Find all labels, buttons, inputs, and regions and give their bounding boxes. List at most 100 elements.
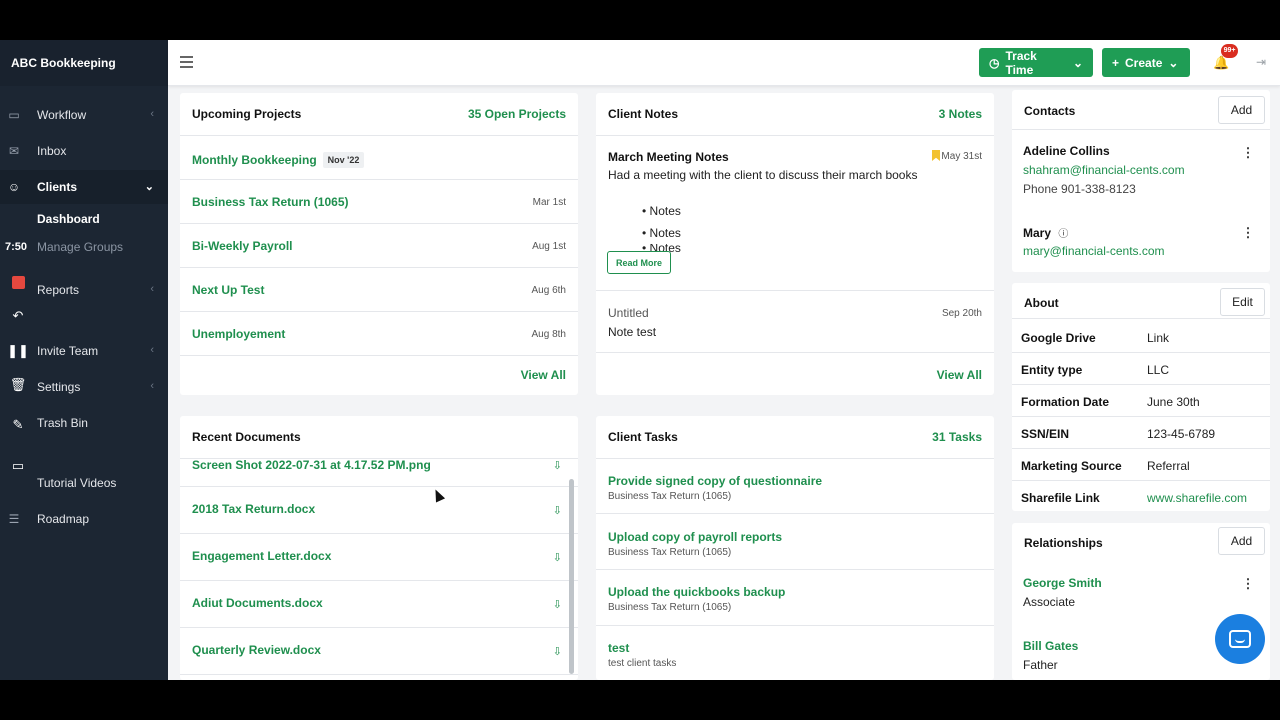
about-card: About Edit Google Drive Link Entity type… — [1012, 283, 1270, 511]
document-name[interactable]: Adiut Documents.docx — [192, 596, 323, 610]
delete-icon[interactable]: 🗑 — [4, 372, 32, 398]
project-name[interactable]: Unemployement — [192, 327, 285, 341]
date-chip: Nov '22 — [322, 151, 365, 168]
kebab-menu-icon[interactable]: ⋮ — [1240, 224, 1256, 242]
undo-icon[interactable]: ↶ — [4, 303, 32, 329]
note-bullet: • Notes — [642, 226, 681, 240]
card-title: Relationships — [1024, 536, 1103, 550]
cloud-download-icon[interactable]: ⇩ — [553, 504, 562, 517]
sidebar-subitem-manage-groups[interactable]: Manage Groups — [37, 240, 123, 254]
note-title: March Meeting Notes — [608, 150, 729, 164]
track-time-button[interactable]: ◷ Track Time ⌄ — [979, 48, 1093, 77]
task-item[interactable]: Provide signed copy of questionnaire Bus… — [596, 459, 994, 514]
info-icon[interactable]: ⓘ — [1058, 229, 1068, 240]
cloud-download-icon[interactable]: ⇩ — [553, 598, 562, 611]
card-title: Upcoming Projects — [192, 107, 302, 121]
list-item[interactable]: Unemployement Aug 8th — [180, 312, 578, 356]
sidebar-item-label: Tutorial Videos — [37, 476, 117, 490]
add-relationship-button[interactable]: Add — [1218, 527, 1265, 555]
task-name[interactable]: Provide signed copy of questionnaire — [608, 474, 822, 488]
sidebar-item-inbox[interactable]: ✉ Inbox — [0, 134, 168, 168]
document-name[interactable]: Screen Shot 2022-07-31 at 4.17.52 PM.png — [192, 459, 431, 472]
contact-email[interactable]: mary@financial-cents.com — [1023, 244, 1165, 258]
add-contact-button[interactable]: Add — [1218, 96, 1265, 124]
note-body: Note test — [608, 325, 657, 339]
task-name[interactable]: Upload copy of payroll reports — [608, 530, 782, 544]
sidebar-item-label: Roadmap — [37, 512, 90, 526]
project-date: Mar 1st — [532, 197, 566, 208]
kebab-menu-icon[interactable]: ⋮ — [1240, 575, 1256, 593]
contact-name-wrap: Mary ⓘ — [1023, 225, 1068, 240]
sidebar-item-roadmap[interactable]: ☰ Roadmap — [0, 502, 168, 536]
project-date: Aug 8th — [531, 329, 566, 340]
document-name[interactable]: Engagement Letter.docx — [192, 549, 331, 563]
cloud-download-icon[interactable]: ⇩ — [553, 645, 562, 658]
list-item[interactable]: Bi-Weekly Payroll Aug 1st — [180, 224, 578, 268]
view-all-link[interactable]: View All — [937, 368, 982, 382]
pause-icon[interactable]: ❚❚ — [4, 338, 32, 364]
sharefile-link[interactable]: www.sharefile.com — [1147, 491, 1247, 505]
document-item[interactable]: Adiut Documents.docx ⇩ — [180, 581, 578, 628]
card-header: Contacts Add — [1012, 90, 1270, 130]
cloud-download-icon[interactable]: ⇩ — [553, 551, 562, 564]
relationship-role: Father — [1023, 658, 1058, 672]
task-name[interactable]: test — [608, 641, 629, 655]
edit-about-button[interactable]: Edit — [1220, 288, 1265, 316]
tasks-count-link[interactable]: 31 Tasks — [932, 430, 982, 444]
about-value: LLC — [1147, 363, 1170, 377]
camera-icon[interactable]: ▭ — [4, 453, 32, 479]
document-name[interactable]: 2018 Tax Return.docx — [192, 502, 315, 516]
view-all-link[interactable]: View All — [521, 368, 566, 382]
sidebar-subitem-dashboard[interactable]: Dashboard — [37, 212, 100, 226]
hamburger-menu-icon[interactable] — [180, 56, 193, 68]
document-item[interactable]: Engagement Letter.docx ⇩ — [180, 534, 578, 581]
task-item[interactable]: Upload the quickbooks backup Business Ta… — [596, 570, 994, 626]
task-name[interactable]: Upload the quickbooks backup — [608, 585, 785, 599]
contact-email[interactable]: shahram@financial-cents.com — [1023, 163, 1185, 177]
task-item[interactable]: Upload copy of payroll reports Business … — [596, 514, 994, 570]
sidebar-item-workflow[interactable]: ▭ Workflow ‹ — [0, 98, 168, 132]
project-name[interactable]: Business Tax Return (1065) — [192, 195, 349, 209]
logout-icon[interactable]: ⇥ — [1256, 55, 1266, 69]
topbar: ◷ Track Time ⌄ + Create ⌄ 🔔 99+ ⇥ — [168, 40, 1280, 86]
about-key: Entity type — [1021, 363, 1083, 377]
create-button[interactable]: + Create ⌄ — [1102, 48, 1190, 77]
about-row: Entity type LLC — [1012, 353, 1270, 385]
kebab-menu-icon[interactable]: ⋮ — [1240, 144, 1256, 162]
project-name[interactable]: Next Up Test — [192, 283, 264, 297]
open-projects-link[interactable]: 35 Open Projects — [468, 107, 566, 121]
list-item[interactable]: Next Up Test Aug 6th — [180, 268, 578, 312]
about-key: Formation Date — [1021, 395, 1110, 409]
document-item[interactable]: 2018 Tax Return.docx ⇩ — [180, 487, 578, 534]
about-row: Formation Date June 30th — [1012, 385, 1270, 417]
users-icon: ☺ — [7, 180, 21, 194]
project-name[interactable]: Bi-Weekly Payroll — [192, 239, 293, 253]
pen-icon[interactable]: ✎ — [4, 412, 32, 438]
card-title: Recent Documents — [192, 430, 301, 444]
about-row: Google Drive Link — [1012, 321, 1270, 353]
chat-launcher-button[interactable] — [1215, 614, 1265, 664]
read-more-button[interactable]: Read More — [607, 251, 671, 274]
task-project: test client tasks — [608, 658, 677, 669]
project-name-wrap: Monthly Bookkeeping Nov '22 — [192, 151, 365, 169]
card-header: Recent Documents — [180, 416, 578, 459]
list-item[interactable]: Monthly Bookkeeping Nov '22 — [180, 136, 578, 180]
bookmark-icon[interactable] — [932, 150, 940, 161]
list-item[interactable]: Business Tax Return (1065) Mar 1st — [180, 180, 578, 224]
notes-count-link[interactable]: 3 Notes — [939, 107, 982, 121]
cloud-download-icon[interactable]: ⇩ — [553, 459, 562, 472]
document-name[interactable]: Quarterly Review.docx — [192, 643, 321, 657]
task-project: Business Tax Return (1065) — [608, 547, 732, 558]
note-date: May 31st — [941, 151, 982, 162]
document-item[interactable]: Quarterly Review.docx ⇩ — [180, 628, 578, 675]
sidebar-item-clients[interactable]: ☺ Clients ⌄ — [0, 170, 168, 204]
record-stop-icon[interactable] — [4, 269, 32, 295]
document-item[interactable]: Screen Shot 2022-07-31 at 4.17.52 PM.png… — [180, 459, 578, 487]
relationship-name[interactable]: George Smith — [1023, 576, 1102, 590]
chevron-left-icon: ‹ — [150, 380, 154, 392]
task-item[interactable]: test test client tasks — [596, 626, 994, 680]
relationship-name[interactable]: Bill Gates — [1023, 639, 1078, 653]
project-name[interactable]: Monthly Bookkeeping — [192, 153, 317, 167]
note-bullet-text: Notes — [649, 226, 681, 240]
documents-scrollbar[interactable] — [569, 479, 574, 674]
